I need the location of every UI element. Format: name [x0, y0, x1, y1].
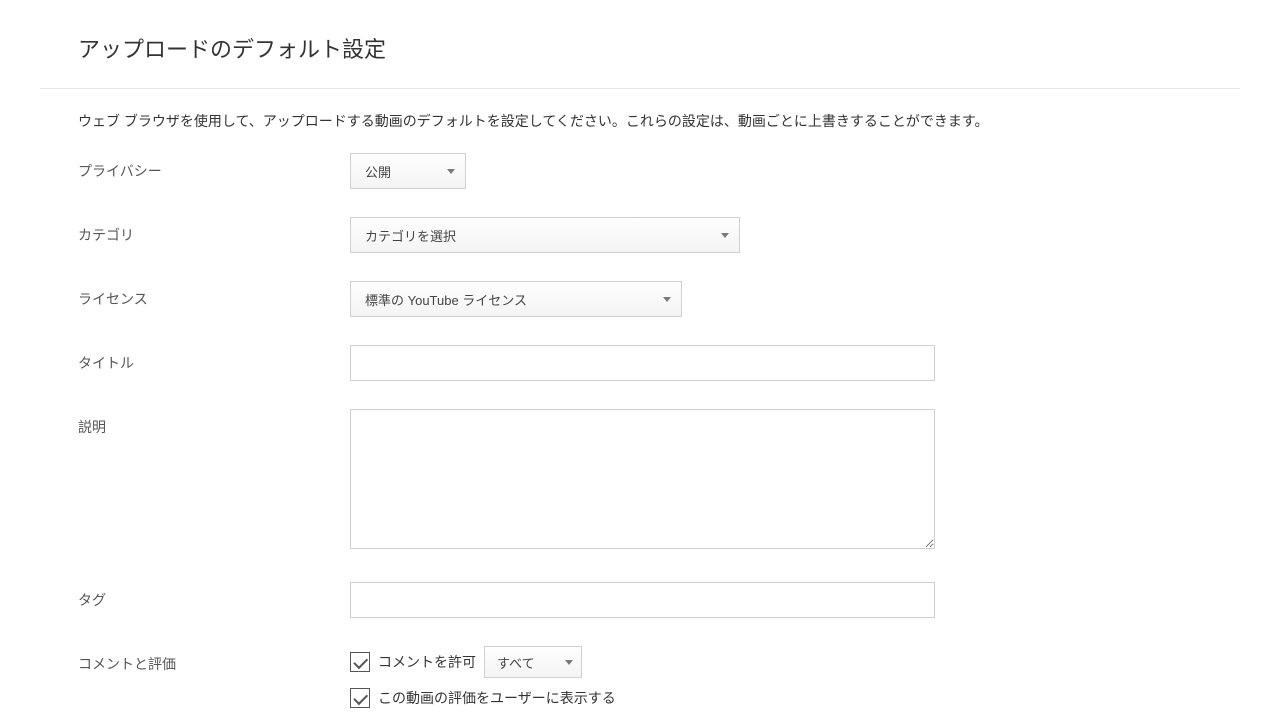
category-dropdown[interactable]: カテゴリを選択	[350, 217, 740, 253]
row-license: ライセンス 標準の YouTube ライセンス	[78, 281, 1202, 317]
description-textarea[interactable]	[350, 409, 935, 549]
upload-defaults-form: プライバシー 公開 カテゴリ カテゴリを選択 ライセンス 標準の YouTube…	[0, 153, 1280, 718]
chevron-down-icon	[565, 660, 573, 665]
row-tags: タグ	[78, 582, 1202, 618]
show-ratings-row: この動画の評価をユーザーに表示する	[350, 688, 1202, 708]
category-dropdown-value: カテゴリを選択	[365, 226, 456, 245]
row-comments: コメントと評価 コメントを許可 すべて この動画の評価をユーザーに表示する	[78, 646, 1202, 718]
row-category: カテゴリ カテゴリを選択	[78, 217, 1202, 253]
privacy-dropdown[interactable]: 公開	[350, 153, 466, 189]
page-description: ウェブ ブラウザを使用して、アップロードする動画のデフォルトを設定してください。…	[0, 89, 1280, 153]
comments-filter-value: すべて	[497, 653, 535, 672]
row-description: 説明	[78, 409, 1202, 554]
allow-comments-row: コメントを許可 すべて	[350, 646, 1202, 678]
label-privacy: プライバシー	[78, 153, 350, 181]
row-title: タイトル	[78, 345, 1202, 381]
row-privacy: プライバシー 公開	[78, 153, 1202, 189]
license-dropdown-value: 標準の YouTube ライセンス	[365, 290, 527, 309]
chevron-down-icon	[447, 169, 455, 174]
allow-comments-label: コメントを許可	[378, 652, 476, 672]
label-comments: コメントと評価	[78, 646, 350, 674]
comments-filter-dropdown[interactable]: すべて	[484, 646, 582, 678]
tags-input[interactable]	[350, 582, 935, 618]
allow-comments-checkbox[interactable]	[350, 652, 370, 672]
label-license: ライセンス	[78, 281, 350, 309]
privacy-dropdown-value: 公開	[365, 162, 391, 181]
chevron-down-icon	[721, 233, 729, 238]
show-ratings-label: この動画の評価をユーザーに表示する	[378, 688, 616, 708]
title-input[interactable]	[350, 345, 935, 381]
page-title: アップロードのデフォルト設定	[0, 0, 1280, 88]
label-title: タイトル	[78, 345, 350, 373]
license-dropdown[interactable]: 標準の YouTube ライセンス	[350, 281, 682, 317]
label-category: カテゴリ	[78, 217, 350, 245]
chevron-down-icon	[663, 297, 671, 302]
label-tags: タグ	[78, 582, 350, 610]
show-ratings-checkbox[interactable]	[350, 688, 370, 708]
label-description: 説明	[78, 409, 350, 437]
